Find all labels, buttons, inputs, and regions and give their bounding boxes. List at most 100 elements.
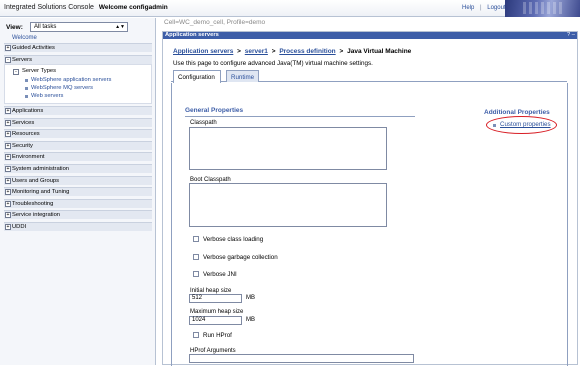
expand-icon[interactable]: +: [5, 143, 11, 149]
nav-item-users-and-groups[interactable]: + Users and Groups: [4, 176, 152, 185]
classpath-textarea[interactable]: [189, 127, 387, 170]
console-brand: Integrated Solutions Console: [4, 4, 94, 11]
boot-classpath-textarea[interactable]: [189, 183, 387, 227]
top-links: Help | Logout: [462, 5, 506, 11]
verbose-class-loading-label: Verbose class loading: [203, 236, 264, 243]
breadcrumb-separator: >: [339, 48, 344, 55]
panel-controls[interactable]: ? –: [567, 32, 575, 39]
nav-item-label: Monitoring and Tuning: [12, 189, 70, 195]
general-properties-title: General Properties: [185, 107, 244, 114]
view-select-value: All tasks: [34, 24, 57, 30]
view-label: View:: [6, 24, 23, 31]
nav-item-guided-activities[interactable]: + Guided Activities: [4, 43, 152, 52]
breadcrumb-process-definition[interactable]: Process definition: [279, 48, 335, 55]
websphere-mq-servers-link[interactable]: WebSphere MQ servers: [24, 85, 93, 91]
panel-title: Application servers: [165, 32, 219, 38]
nav-item-resources[interactable]: + Resources: [4, 129, 152, 138]
expand-icon[interactable]: +: [5, 131, 11, 137]
application-servers-panel: Application servers ? – Application serv…: [162, 31, 578, 366]
verbose-class-loading-checkbox[interactable]: [193, 236, 199, 242]
nav-item-label: Applications: [12, 108, 44, 114]
run-hprof-label: Run HProf: [203, 332, 232, 339]
view-select[interactable]: All tasks ▲▼: [30, 22, 128, 32]
run-hprof-checkbox[interactable]: [193, 332, 199, 338]
console-title: Integrated Solutions Console Welcome con…: [4, 4, 168, 11]
logout-link[interactable]: Logout: [487, 5, 505, 11]
web-servers-link[interactable]: Web servers: [24, 93, 63, 99]
additional-properties-title: Additional Properties: [484, 109, 550, 116]
breadcrumb: Application servers > server1 > Process …: [173, 48, 411, 55]
nav-item-label: Service integration: [12, 212, 61, 218]
nav-item-applications[interactable]: + Applications: [4, 106, 152, 115]
banner-artwork: [505, 0, 580, 17]
verbose-jni-label: Verbose JNI: [203, 271, 237, 278]
servers-subtree: - Server Types WebSphere application ser…: [4, 64, 152, 104]
expand-icon[interactable]: +: [5, 189, 11, 195]
tab-label: Configuration: [178, 74, 215, 81]
expand-icon[interactable]: +: [5, 45, 11, 51]
nav-item-service-integration[interactable]: + Service integration: [4, 210, 152, 219]
navigation-tree: View: All tasks ▲▼ Welcome + Guided Acti…: [0, 18, 156, 365]
nav-item-label: Troubleshooting: [12, 201, 54, 207]
nav-item-security[interactable]: + Security: [4, 141, 152, 150]
nav-item-label: Guided Activities: [12, 45, 55, 51]
initial-heap-input[interactable]: 512: [189, 294, 242, 303]
nav-welcome-link[interactable]: Welcome: [12, 35, 37, 41]
view-row: View: All tasks ▲▼: [4, 22, 152, 33]
select-arrows-icon: ▲▼: [115, 24, 125, 30]
highlight-annotation: [486, 116, 557, 134]
cell-profile-path: Cell=WC_demo_cell, Profile=demo: [164, 19, 266, 26]
nav-item-label: Servers: [12, 57, 32, 63]
nav-item-servers[interactable]: - Servers: [4, 55, 152, 64]
verbose-gc-checkbox[interactable]: [193, 254, 199, 260]
expand-icon[interactable]: +: [5, 201, 11, 207]
nav-item-label: System administration: [12, 166, 70, 172]
panel-header: Application servers ? –: [163, 32, 577, 39]
verbose-gc-label: Verbose garbage collection: [203, 254, 278, 261]
tree-item-server-types[interactable]: - Server Types: [13, 68, 57, 75]
expand-icon[interactable]: +: [5, 212, 11, 218]
verbose-jni-checkbox[interactable]: [193, 271, 199, 277]
breadcrumb-application-servers[interactable]: Application servers: [173, 48, 233, 55]
nav-item-label: Users and Groups: [12, 178, 60, 184]
expand-icon[interactable]: +: [5, 154, 11, 160]
breadcrumb-server1[interactable]: server1: [245, 48, 268, 55]
hprof-arguments-input[interactable]: [189, 354, 414, 363]
nav-item-label: Security: [12, 143, 33, 149]
nav-item-label: UDDI: [12, 224, 27, 230]
nav-item-uddi[interactable]: + UDDI: [4, 222, 152, 231]
nav-item-environment[interactable]: + Environment: [4, 152, 152, 161]
tab-configuration[interactable]: Configuration: [173, 70, 221, 83]
tree-item-label: Server Types: [22, 68, 57, 74]
welcome-user: Welcome configadmin: [98, 4, 168, 11]
section-divider: [185, 116, 415, 117]
max-heap-input[interactable]: 1024: [189, 316, 242, 325]
max-heap-label: Maximum heap size: [190, 309, 244, 315]
max-heap-unit: MB: [246, 317, 255, 323]
help-link[interactable]: Help: [462, 5, 474, 11]
collapse-icon[interactable]: -: [5, 57, 11, 63]
breadcrumb-current-page: Java Virtual Machine: [347, 48, 412, 55]
collapse-icon[interactable]: -: [13, 69, 19, 75]
classpath-label: Classpath: [190, 120, 217, 126]
nav-item-system-administration[interactable]: + System administration: [4, 164, 152, 173]
tab-label: Runtime: [231, 74, 255, 81]
tab-runtime[interactable]: Runtime: [226, 70, 259, 82]
expand-icon[interactable]: +: [5, 178, 11, 184]
expand-icon[interactable]: +: [5, 108, 11, 114]
expand-icon[interactable]: +: [5, 224, 11, 230]
nav-item-label: Environment: [12, 154, 45, 160]
link-separator: |: [480, 5, 482, 11]
top-banner: Integrated Solutions Console Welcome con…: [0, 0, 580, 17]
nav-item-monitoring-and-tuning[interactable]: + Monitoring and Tuning: [4, 187, 152, 196]
nav-item-label: Services: [12, 120, 35, 126]
nav-item-troubleshooting[interactable]: + Troubleshooting: [4, 199, 152, 208]
page-description: Use this page to configure advanced Java…: [173, 60, 373, 67]
websphere-app-servers-link[interactable]: WebSphere application servers: [24, 77, 111, 83]
breadcrumb-separator: >: [237, 48, 241, 55]
nav-item-services[interactable]: + Services: [4, 118, 152, 127]
expand-icon[interactable]: +: [5, 120, 11, 126]
nav-item-label: Resources: [12, 131, 40, 137]
tab-strip: Configuration Runtime: [171, 70, 567, 83]
expand-icon[interactable]: +: [5, 166, 11, 172]
